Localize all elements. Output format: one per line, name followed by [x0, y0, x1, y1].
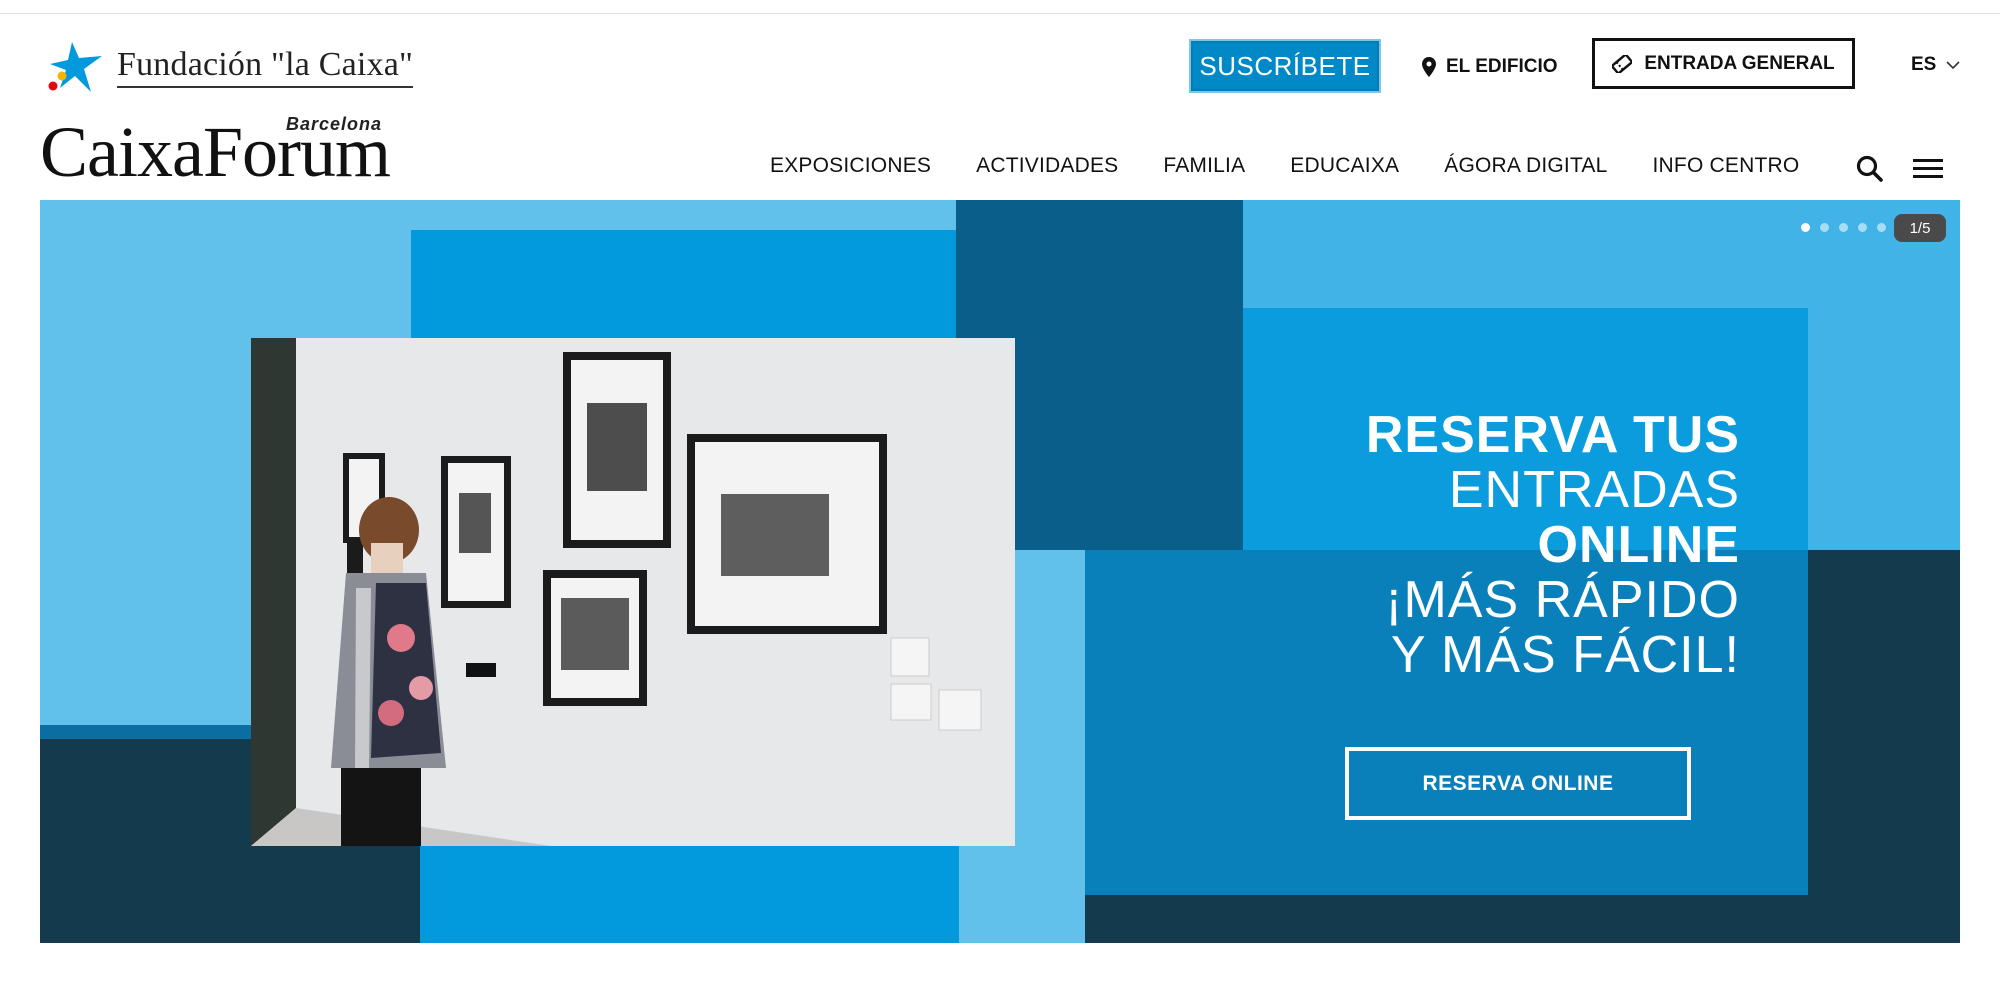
general-ticket-button[interactable]: ENTRADA GENERAL	[1592, 38, 1855, 89]
hero-title-line-5: Y MÁS FÁCIL!	[1390, 626, 1740, 684]
slide-counter: 1/5	[1894, 214, 1946, 242]
search-icon[interactable]	[1855, 154, 1885, 184]
carousel-dot-3[interactable]	[1839, 223, 1848, 232]
general-ticket-label: ENTRADA GENERAL	[1644, 52, 1835, 74]
nav-exposiciones[interactable]: EXPOSICIONES	[770, 154, 931, 178]
city-label: Barcelona	[286, 114, 383, 134]
hero-title: RESERVA TUS ENTRADAS ONLINE ¡MÁS RÁPIDO …	[1240, 408, 1740, 683]
nav-actividades[interactable]: ACTIVIDADES	[976, 154, 1118, 178]
carousel-dot-1[interactable]	[1801, 223, 1810, 232]
hero-title-line-3: ONLINE	[1537, 516, 1740, 574]
carousel-dot-2[interactable]	[1820, 223, 1829, 232]
fundacion-la-caixa-logo[interactable]: Fundación "la Caixa"	[42, 36, 422, 104]
hero-title-line-4: ¡MÁS RÁPIDO	[1385, 571, 1740, 629]
caixaforum-logo[interactable]: CaixaForum Barcelona	[40, 114, 420, 194]
hero-photo	[251, 338, 1015, 846]
building-label: EL EDIFICIO	[1446, 56, 1558, 77]
carousel-dots	[1801, 223, 1886, 232]
carousel-dot-5[interactable]	[1877, 223, 1886, 232]
language-label: ES	[1911, 54, 1937, 75]
location-pin-icon	[1422, 57, 1436, 77]
hero-title-line-1: RESERVA TUS	[1365, 406, 1740, 464]
carousel-dot-4[interactable]	[1858, 223, 1867, 232]
nav-familia[interactable]: FAMILIA	[1163, 154, 1245, 178]
reserva-online-button[interactable]: RESERVA ONLINE	[1345, 747, 1691, 820]
hamburger-menu-icon[interactable]	[1913, 156, 1945, 182]
main-nav: EXPOSICIONES ACTIVIDADES FAMILIA EDUCAIX…	[770, 144, 1844, 188]
fundacion-name: Fundación "la Caixa"	[117, 46, 414, 88]
caixa-star-logo-icon	[48, 42, 102, 92]
nav-info-centro[interactable]: INFO CENTRO	[1653, 154, 1800, 178]
language-selector[interactable]: ES	[1911, 54, 1960, 76]
building-link[interactable]: EL EDIFICIO	[1422, 50, 1558, 84]
hero-title-line-2: ENTRADAS	[1448, 461, 1740, 519]
subscribe-button[interactable]: SUSCRÍBETE	[1189, 39, 1381, 93]
ticket-icon	[1612, 54, 1633, 73]
gallery-photo-illustration	[251, 338, 1015, 846]
hero-carousel[interactable]: RESERVA TUS ENTRADAS ONLINE ¡MÁS RÁPIDO …	[40, 200, 1960, 943]
top-divider	[0, 0, 2000, 14]
nav-agora-digital[interactable]: ÁGORA DIGITAL	[1444, 154, 1607, 178]
chevron-down-icon	[1946, 60, 1960, 69]
site-header: Fundación "la Caixa" CaixaForum Barcelon…	[0, 14, 2000, 200]
nav-educaixa[interactable]: EDUCAIXA	[1290, 154, 1399, 178]
